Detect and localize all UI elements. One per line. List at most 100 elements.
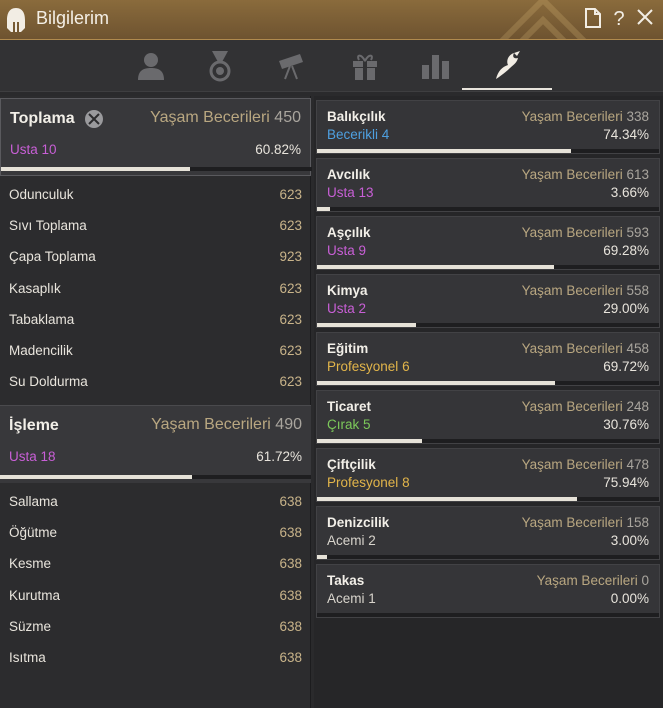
tab-bar (0, 40, 663, 92)
skill-name: Denizcilik (327, 515, 390, 530)
gift-icon (353, 54, 377, 80)
group-title: Toplama (10, 110, 75, 127)
skill-card-sailing[interactable]: Denizcilik Yaşam Becerileri 158 Acemi 2 … (316, 506, 660, 560)
list-item: Kasaplık 623 (9, 280, 302, 296)
skill-name: Eğitim (327, 341, 369, 356)
group-progress-bar (1, 167, 312, 171)
tab-life-skills[interactable] (462, 48, 552, 90)
skill-card-alchemy[interactable]: Kimya Yaşam Becerileri 558 Usta 2 29.00% (316, 274, 660, 328)
skill-progress-bar (317, 265, 659, 269)
skill-percent: 0.00% (610, 591, 649, 606)
skill-card-hunting[interactable]: Avcılık Yaşam Becerileri 613 Usta 13 3.6… (316, 158, 660, 212)
group-life-skill-level: Yaşam Becerileri 490 (151, 416, 302, 433)
skill-rank: Profesyonel 6 (327, 359, 410, 374)
skill-progress-bar (317, 497, 659, 501)
skill-rank: Becerikli 4 (327, 127, 390, 142)
page-icon[interactable] (582, 8, 604, 30)
skill-card-farming[interactable]: Çiftçilik Yaşam Becerileri 478 Profesyon… (316, 448, 660, 502)
tab-stats[interactable] (416, 48, 456, 84)
group-header-processing[interactable]: İşleme Yaşam Becerileri 490 Usta 18 61.7… (0, 405, 311, 483)
skill-name: Balıkçılık (327, 109, 386, 124)
helmet-icon (7, 8, 25, 32)
skill-percent: 30.76% (603, 417, 649, 432)
group-progress-bar (0, 475, 311, 479)
list-item: Öğütme 638 (9, 525, 302, 541)
skill-life-level: Yaşam Becerileri 478 (521, 457, 649, 472)
processing-skill-list: Sallama 638 Öğütme 638 Kesme 638 Kurutma 638… (0, 487, 311, 674)
close-icon[interactable] (634, 8, 656, 30)
group-percent: 60.82% (255, 142, 301, 157)
skill-life-level: Yaşam Becerileri 0 (536, 573, 649, 588)
skill-progress-bar (317, 613, 659, 617)
crossed-tools-icon (85, 110, 103, 128)
skill-name: Ticaret (327, 399, 372, 414)
list-item: Sıvı Toplama 623 (9, 218, 302, 234)
tab-achievements[interactable] (200, 48, 240, 84)
skill-percent: 69.72% (603, 359, 649, 374)
list-item: Kesme 638 (9, 556, 302, 572)
life-skills-panel: Balıkçılık Yaşam Becerileri 338 Becerikl… (314, 96, 663, 708)
tab-rewards[interactable] (345, 48, 385, 84)
help-icon[interactable]: ? (608, 8, 630, 30)
group-life-skill-level: Yaşam Becerileri 450 (150, 109, 301, 126)
skill-progress-bar (317, 149, 659, 153)
skill-life-level: Yaşam Becerileri 458 (521, 341, 649, 356)
skill-progress-bar (317, 207, 659, 211)
skill-life-level: Yaşam Becerileri 338 (521, 109, 649, 124)
skill-progress-bar (317, 323, 659, 327)
group-rank: Usta 18 (9, 449, 56, 464)
skill-progress-bar (317, 381, 659, 385)
skill-rank: Usta 9 (327, 243, 367, 258)
medal-icon (209, 51, 231, 82)
skill-rank: Usta 2 (327, 301, 367, 316)
group-title: İşleme (9, 417, 59, 434)
skill-name: Avcılık (327, 167, 371, 182)
skill-rank: Usta 13 (327, 185, 374, 200)
skill-percent: 75.94% (603, 475, 649, 490)
skill-percent: 3.66% (610, 185, 649, 200)
skill-progress-bar (317, 439, 659, 443)
skill-percent: 69.28% (603, 243, 649, 258)
telescope-icon (279, 54, 303, 80)
list-item: Kurutma 638 (9, 587, 302, 603)
title-bar[interactable]: Bilgilerim ? (0, 0, 663, 40)
group-header-gathering[interactable]: Toplama Yaşam Becerileri 450 Usta 10 60.… (0, 98, 312, 176)
skill-rank: Profesyonel 8 (327, 475, 410, 490)
bar-chart-icon (422, 55, 449, 79)
skill-card-trade[interactable]: Ticaret Yaşam Becerileri 248 Çırak 5 30.… (316, 390, 660, 444)
skill-card-cooking[interactable]: Aşçılık Yaşam Becerileri 593 Usta 9 69.2… (316, 216, 660, 270)
person-icon (138, 53, 164, 80)
window-title: Bilgilerim (36, 8, 110, 28)
group-percent: 61.72% (256, 449, 302, 464)
skill-life-level: Yaşam Becerileri 248 (521, 399, 649, 414)
skill-name: Aşçılık (327, 225, 371, 240)
skill-rank: Acemi 2 (327, 533, 376, 548)
list-item: Süzme 638 (9, 618, 302, 634)
skill-percent: 3.00% (610, 533, 649, 548)
skill-life-level: Yaşam Becerileri 158 (521, 515, 649, 530)
skill-name: Kimya (327, 283, 368, 298)
skill-progress-bar (317, 555, 659, 559)
list-item: Sallama 638 (9, 494, 302, 509)
skill-card-fishing[interactable]: Balıkçılık Yaşam Becerileri 338 Becerikl… (316, 100, 660, 154)
list-item: Isıtma 638 (9, 649, 302, 665)
skill-rank: Acemi 1 (327, 591, 376, 606)
skill-life-level: Yaşam Becerileri 593 (521, 225, 649, 240)
skill-card-training[interactable]: Eğitim Yaşam Becerileri 458 Profesyonel … (316, 332, 660, 386)
list-item: Odunculuk 623 (9, 187, 302, 202)
gathering-skill-list: Odunculuk 623 Sıvı Toplama 623 Çapa Toplam… (0, 180, 311, 398)
skill-name: Takas (327, 573, 365, 588)
skill-card-barter[interactable]: Takas Yaşam Becerileri 0 Acemi 1 0.00% (316, 564, 660, 618)
list-item: Su Doldurma 623 (9, 374, 302, 390)
group-rank: Usta 10 (10, 142, 57, 157)
skill-life-level: Yaşam Becerileri 558 (521, 283, 649, 298)
list-item: Çapa Toplama 923 (9, 249, 302, 265)
skill-name: Çiftçilik (327, 457, 376, 472)
tab-knowledge[interactable] (272, 48, 312, 84)
skill-rank: Çırak 5 (327, 417, 371, 432)
list-item: Madencilik 623 (9, 342, 302, 358)
skill-life-level: Yaşam Becerileri 613 (521, 167, 649, 182)
skill-percent: 29.00% (603, 301, 649, 316)
skill-percent: 74.34% (603, 127, 649, 142)
tab-profile[interactable] (131, 48, 171, 84)
